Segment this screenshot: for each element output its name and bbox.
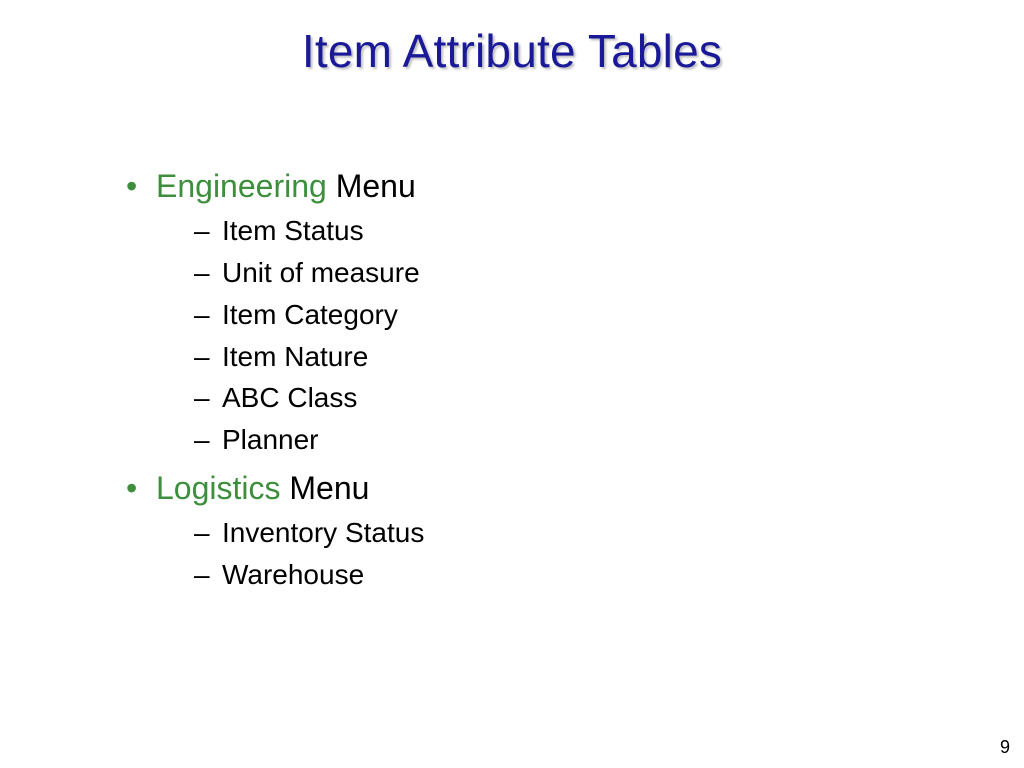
menu-label: Menu [336,168,416,204]
slide-title: Item Attribute Tables [0,24,1024,78]
section-logistics: Logistics Menu Inventory Status Warehous… [118,467,918,594]
slide-content: Engineering Menu Item Status Unit of mea… [118,165,918,602]
list-item: Planner [194,421,918,459]
bullet-list-level1: Engineering Menu Item Status Unit of mea… [118,165,918,594]
list-item: Item Nature [194,338,918,376]
slide: Item Attribute Tables Engineering Menu I… [0,0,1024,768]
list-item: Item Category [194,296,918,334]
section-name: Logistics [156,470,281,506]
bullet-list-level2: Item Status Unit of measure Item Categor… [156,212,918,459]
list-item: Inventory Status [194,514,918,552]
menu-label: Menu [289,470,369,506]
section-name: Engineering [156,168,327,204]
section-engineering: Engineering Menu Item Status Unit of mea… [118,165,918,459]
list-item: Unit of measure [194,254,918,292]
list-item: Item Status [194,212,918,250]
page-number: 9 [1000,737,1010,758]
list-item: ABC Class [194,379,918,417]
list-item: Warehouse [194,556,918,594]
bullet-list-level2: Inventory Status Warehouse [156,514,918,594]
